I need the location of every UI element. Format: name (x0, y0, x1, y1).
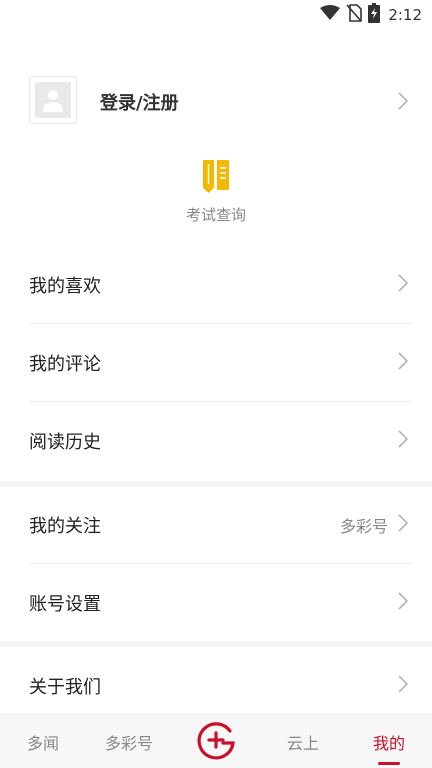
exam-books-icon (200, 158, 232, 194)
history-label: 阅读历史 (29, 432, 101, 453)
menu-item-favorites[interactable]: 我的喜欢 (0, 246, 432, 324)
nav-tab-duocaihao[interactable]: 多彩号 (86, 715, 172, 768)
chevron-right-icon (398, 592, 409, 614)
nav-tab-duowen[interactable]: 多闻 (0, 715, 86, 768)
add-circle-logo-icon (195, 719, 237, 765)
comments-label: 我的评论 (29, 354, 101, 375)
menu-item-comments[interactable]: 我的评论 (0, 324, 432, 402)
favorites-label: 我的喜欢 (29, 276, 101, 297)
bottom-nav: 多闻 多彩号 云上 我的 (0, 714, 432, 768)
nav-tab-label: 我的 (372, 734, 405, 753)
status-bar: 2:12 (0, 0, 432, 30)
nav-tab-label: 多闻 (26, 734, 59, 753)
chevron-right-icon (398, 430, 409, 452)
nav-tab-yunshang[interactable]: 云上 (260, 715, 346, 768)
battery-charging-icon (368, 3, 381, 27)
follows-extra-label: 多彩号 (339, 517, 388, 536)
exam-query-label: 考试查询 (185, 206, 246, 224)
person-placeholder-icon (35, 82, 71, 118)
chevron-right-icon (398, 274, 409, 296)
nav-tab-label: 多彩号 (104, 734, 153, 753)
chevron-right-icon (398, 352, 409, 374)
account-settings-label: 账号设置 (29, 594, 101, 615)
nav-tab-center-logo[interactable] (172, 715, 260, 768)
nav-tab-mine[interactable]: 我的 (346, 715, 432, 768)
chevron-right-icon (398, 675, 409, 697)
follows-label: 我的关注 (29, 516, 101, 537)
menu-item-follows[interactable]: 我的关注 多彩号 (0, 486, 432, 564)
login-register-label[interactable]: 登录/注册 (100, 89, 179, 115)
avatar[interactable] (29, 76, 77, 124)
wifi-icon (320, 5, 341, 25)
nav-tab-label: 云上 (286, 734, 319, 753)
chevron-right-icon (398, 514, 409, 536)
about-label: 关于我们 (29, 677, 101, 698)
login-row[interactable]: 登录/注册 (0, 76, 432, 128)
menu-item-account-settings[interactable]: 账号设置 (0, 564, 432, 642)
exam-query-button[interactable]: 考试查询 (166, 158, 266, 230)
status-time: 2:12 (388, 6, 422, 24)
status-icons: 2:12 (320, 3, 422, 27)
no-sim-icon (346, 4, 363, 26)
menu-item-history[interactable]: 阅读历史 (0, 402, 432, 480)
active-tab-indicator (378, 762, 400, 765)
chevron-right-icon (398, 92, 409, 114)
